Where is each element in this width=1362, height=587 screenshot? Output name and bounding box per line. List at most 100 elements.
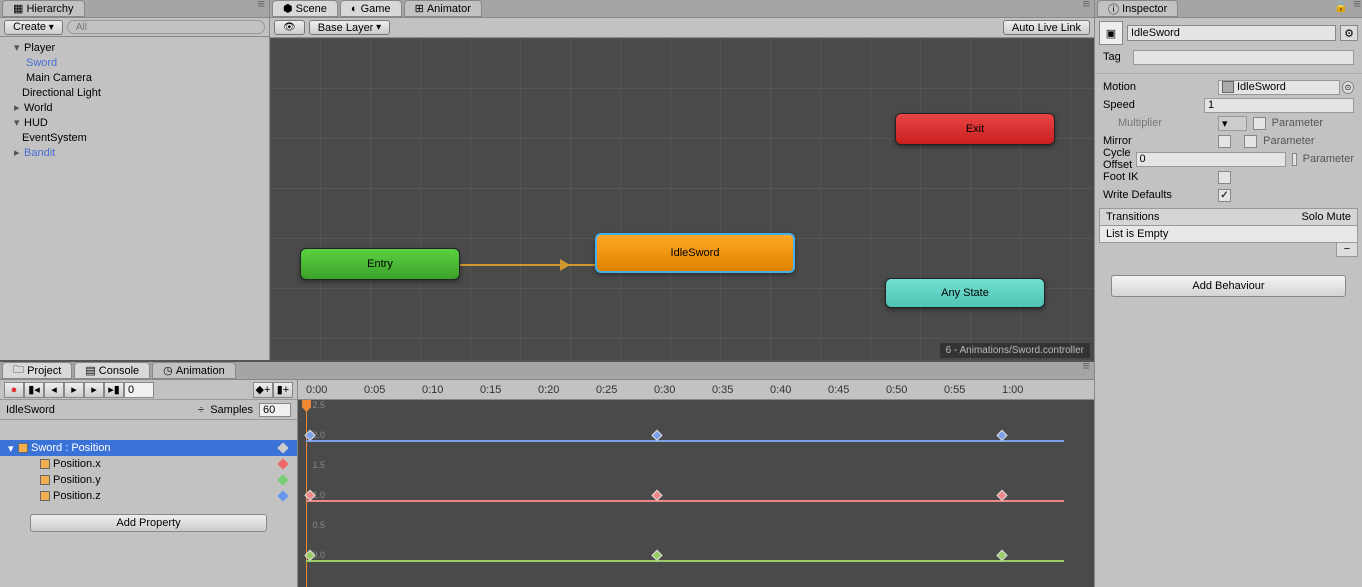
console-tab[interactable]: ▤ Console — [74, 362, 150, 379]
next-frame-button[interactable]: ▸ — [84, 382, 104, 398]
motion-icon — [1222, 81, 1234, 93]
curves-area[interactable]: 2.52.01.51.00.50.0 — [298, 400, 1094, 587]
property-position-z[interactable]: Position.z — [0, 488, 297, 504]
grid-label: 2.5 — [312, 400, 325, 410]
lock-icon[interactable]: 🔒 — [1334, 0, 1348, 13]
game-tab[interactable]: ◐ Game — [340, 0, 402, 17]
motion-label: Motion — [1103, 81, 1218, 93]
add-keyframe-button[interactable]: ◆+ — [253, 382, 273, 398]
last-frame-button[interactable]: ▸▮ — [104, 382, 124, 398]
frame-input[interactable] — [124, 382, 154, 398]
write-defaults-checkbox[interactable] — [1218, 189, 1231, 202]
object-picker-icon[interactable]: ⊙ — [1342, 81, 1354, 94]
animator-tab[interactable]: ⊞ Animator — [404, 0, 482, 17]
scene-tab-label: Scene — [296, 3, 327, 15]
samples-input[interactable] — [259, 403, 291, 417]
prev-frame-button[interactable]: ◂ — [44, 382, 64, 398]
state-label: Any State — [941, 287, 989, 299]
tree-label: Directional Light — [22, 87, 101, 99]
mirror-parameter-checkbox[interactable] — [1244, 135, 1257, 148]
create-button[interactable]: Create ▾ — [4, 20, 63, 35]
eye-icon[interactable]: 👁 — [274, 20, 305, 35]
clip-select[interactable]: IdleSword ÷ — [6, 404, 204, 416]
foot-ik-checkbox[interactable] — [1218, 171, 1231, 184]
play-button[interactable]: ▸ — [64, 382, 84, 398]
tree-item-sword[interactable]: Sword — [2, 56, 267, 71]
tree-item-hud[interactable]: HUD — [2, 116, 267, 131]
project-tab[interactable]: 🗀 Project — [2, 362, 72, 379]
tick-label: 1:00 — [1002, 384, 1023, 396]
tag-input[interactable] — [1133, 50, 1354, 65]
speed-input[interactable] — [1204, 98, 1354, 113]
timeline-ruler[interactable]: 0:000:050:100:150:200:250:300:350:400:45… — [298, 380, 1094, 400]
scene-tab[interactable]: ⬢ Scene — [272, 0, 338, 17]
transition-line[interactable] — [460, 264, 595, 266]
speed-label: Speed — [1103, 99, 1204, 111]
tree-item-player[interactable]: Player — [2, 41, 267, 56]
animation-tab-label: Animation — [176, 365, 225, 377]
key-indicator-icon — [277, 474, 288, 485]
tick-label: 0:35 — [712, 384, 733, 396]
gear-icon[interactable]: ⚙ — [1340, 25, 1358, 41]
idlesword-node[interactable]: IdleSword — [595, 233, 795, 273]
add-property-button[interactable]: Add Property — [30, 514, 267, 532]
playhead-handle-icon — [302, 400, 311, 412]
animation-tab[interactable]: ◷ Animation — [152, 362, 236, 379]
grid-label: 0.5 — [312, 520, 325, 530]
parameter-label: Parameter — [1272, 117, 1323, 129]
clip-name-label: IdleSword — [6, 404, 55, 416]
panel-options-icon[interactable]: ≡ — [1082, 362, 1094, 379]
game-tab-label: Game — [361, 3, 391, 15]
inspector-tab-label: Inspector — [1122, 3, 1167, 15]
prop-label: Position.z — [53, 490, 101, 502]
multiplier-parameter-checkbox[interactable] — [1253, 117, 1266, 130]
transform-icon — [40, 491, 50, 501]
tree-item-world[interactable]: World — [2, 101, 267, 116]
panel-options-icon[interactable]: ≡ — [257, 0, 269, 17]
motion-field[interactable]: IdleSword — [1218, 80, 1340, 95]
curve-position-x[interactable] — [306, 500, 1064, 502]
hierarchy-search-input[interactable] — [67, 20, 265, 34]
tree-label: Sword — [26, 57, 57, 69]
panel-options-icon[interactable]: ≡ — [1353, 0, 1361, 8]
inspector-tab[interactable]: ⓘ Inspector — [1097, 0, 1178, 17]
add-behaviour-button[interactable]: Add Behaviour — [1111, 275, 1346, 297]
tree-item-bandit[interactable]: Bandit — [2, 146, 267, 161]
property-position-x[interactable]: Position.x — [0, 456, 297, 472]
animator-canvas[interactable]: Entry IdleSword Exit Any State 6 - Anima… — [270, 38, 1094, 360]
tick-label: 0:30 — [654, 384, 675, 396]
transitions-label: Transitions — [1106, 211, 1159, 223]
property-sword-position[interactable]: Sword : Position — [0, 440, 297, 456]
remove-transition-button[interactable]: − — [1336, 243, 1358, 257]
auto-live-link-button[interactable]: Auto Live Link — [1003, 20, 1090, 35]
exit-node[interactable]: Exit — [895, 113, 1055, 145]
tick-label: 0:50 — [886, 384, 907, 396]
base-layer-button[interactable]: Base Layer ▾ — [309, 20, 390, 35]
tree-item-main-camera[interactable]: Main Camera — [2, 71, 267, 86]
hierarchy-tab-label: Hierarchy — [26, 3, 73, 15]
tree-item-directional-light[interactable]: Directional Light — [2, 86, 267, 101]
tree-label: Bandit — [24, 147, 55, 159]
cycle-offset-parameter-checkbox[interactable] — [1292, 153, 1297, 166]
any-state-node[interactable]: Any State — [885, 278, 1045, 308]
record-button[interactable]: ● — [4, 382, 24, 398]
multiplier-input: ▾ — [1218, 116, 1247, 131]
add-event-button[interactable]: ▮+ — [273, 382, 293, 398]
entry-node[interactable]: Entry — [300, 248, 460, 280]
console-icon: ▤ — [85, 364, 95, 377]
curve-position-z[interactable] — [306, 440, 1064, 442]
mirror-checkbox[interactable] — [1218, 135, 1231, 148]
curve-position-y[interactable] — [306, 560, 1064, 562]
base-layer-label: Base Layer — [318, 22, 374, 34]
state-name-input[interactable] — [1127, 25, 1336, 41]
info-icon: ⓘ — [1108, 1, 1119, 17]
console-tab-label: Console — [99, 365, 139, 377]
hierarchy-tab[interactable]: ▦ Hierarchy — [2, 0, 85, 17]
property-position-y[interactable]: Position.y — [0, 472, 297, 488]
first-frame-button[interactable]: ▮◂ — [24, 382, 44, 398]
tree-label: Player — [24, 42, 55, 54]
prop-label: Position.y — [53, 474, 101, 486]
cycle-offset-input[interactable] — [1136, 152, 1286, 167]
panel-options-icon[interactable]: ≡ — [1082, 0, 1094, 17]
tree-item-eventsystem[interactable]: EventSystem — [2, 131, 267, 146]
